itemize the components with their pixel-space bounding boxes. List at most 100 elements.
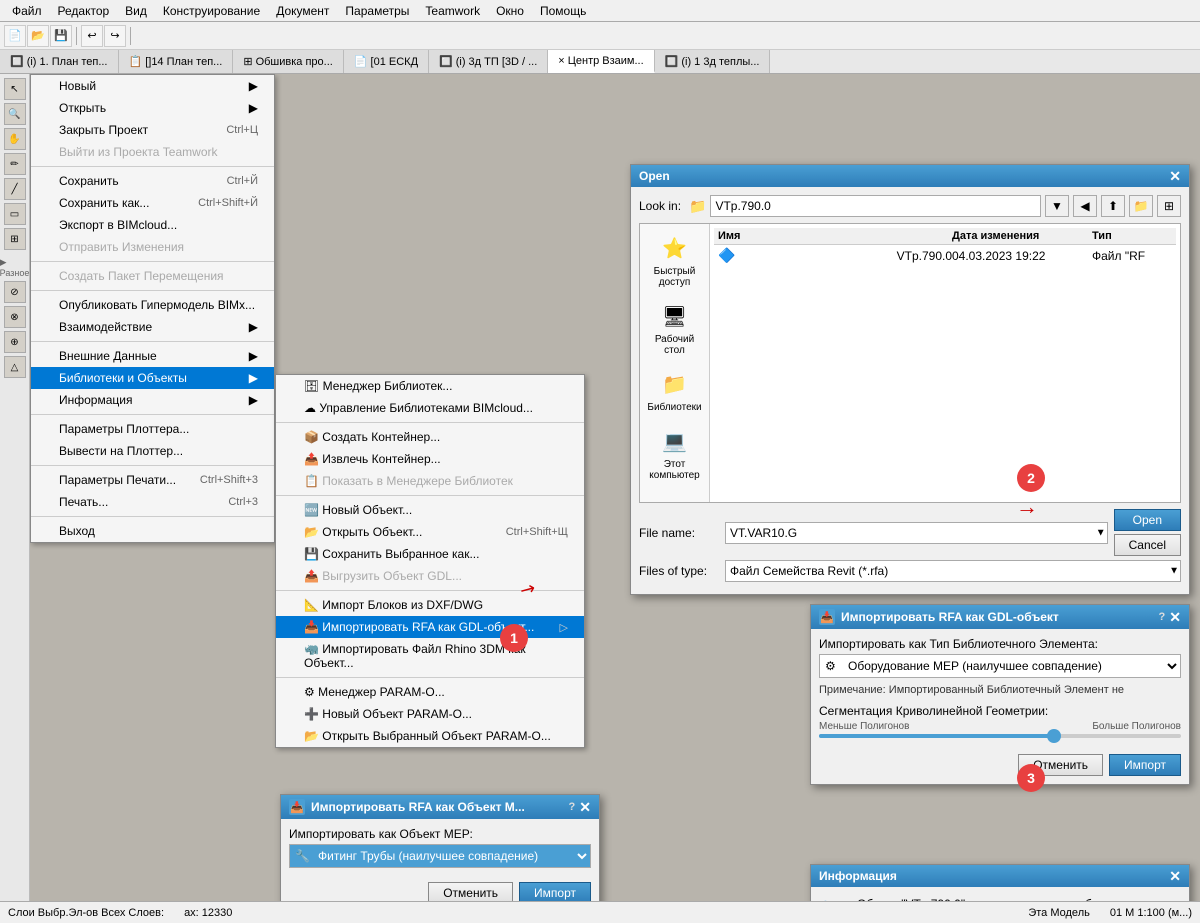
- slider-thumb[interactable]: [1047, 729, 1061, 743]
- slider-track[interactable]: [819, 734, 1181, 738]
- sidebar-btn-tool4[interactable]: △: [4, 356, 26, 378]
- sub-import-rhino[interactable]: 🦏 Импортировать Файл Rhino 3DM как Объек…: [276, 638, 584, 674]
- menu-open[interactable]: Открыть▶: [31, 97, 274, 119]
- col-type: Тип: [1092, 230, 1172, 242]
- menu-view[interactable]: Вид: [117, 2, 155, 20]
- import-gdl-help[interactable]: ?: [1159, 611, 1166, 623]
- sub-extract-container[interactable]: 📤 Извлечь Контейнер...: [276, 448, 584, 470]
- nav-libraries[interactable]: 📁 Библиотеки: [647, 368, 701, 413]
- menu-close-project[interactable]: Закрыть ПроектCtrl+Ц: [31, 119, 274, 141]
- sidebar-btn-move[interactable]: ✋: [4, 128, 26, 150]
- lookin-input[interactable]: [710, 195, 1041, 217]
- menu-export-bimcloud[interactable]: Экспорт в BIMcloud...: [31, 214, 274, 236]
- sidebar-btn-wall[interactable]: ▭: [4, 203, 26, 225]
- sub-param-manager[interactable]: ⚙ Менеджер PARAM-О...: [276, 681, 584, 703]
- menu-file[interactable]: Файл: [4, 2, 50, 20]
- menu-new[interactable]: Новый▶: [31, 75, 274, 97]
- menu-plot[interactable]: Вывести на Плоттер...: [31, 440, 274, 462]
- menu-params[interactable]: Параметры: [337, 2, 417, 20]
- divider-3: [31, 290, 274, 291]
- sidebar-btn-zoom[interactable]: 🔍: [4, 103, 26, 125]
- nav-computer[interactable]: 💻 Этот компьютер: [644, 425, 705, 481]
- info-dialog-close[interactable]: ✕: [1169, 869, 1181, 883]
- menubar: Файл Редактор Вид Конструирование Докуме…: [0, 0, 1200, 22]
- menu-print-params[interactable]: Параметры Печати...Ctrl+Shift+3: [31, 469, 274, 491]
- nav-desktop[interactable]: 🖥 Рабочий стол: [644, 300, 705, 356]
- sub-open-object[interactable]: 📂 Открыть Объект...Ctrl+Shift+Щ: [276, 521, 584, 543]
- sidebar-btn-tool2[interactable]: ⊗: [4, 306, 26, 328]
- import-mep-close[interactable]: ✕: [579, 800, 591, 814]
- open-btn[interactable]: Open: [1114, 509, 1181, 531]
- cancel-open-btn[interactable]: Cancel: [1114, 534, 1181, 556]
- menu-plotter-params[interactable]: Параметры Плоттера...: [31, 418, 274, 440]
- sub-library-manager[interactable]: 🗄 Менеджер Библиотек...: [276, 375, 584, 397]
- nav-new-folder-btn[interactable]: 📁: [1129, 195, 1153, 217]
- less-polygons-label: Меньше Полигонов: [819, 721, 909, 732]
- import-type-select[interactable]: Оборудование МЕР (наилучшее совпадение): [819, 654, 1181, 678]
- sub-import-rfa-gdl[interactable]: 📥 Импортировать RFA как GDL-объект... ▷: [276, 616, 584, 638]
- coord-status: ах: 12330: [184, 907, 232, 919]
- sub-new-object[interactable]: 🆕 Новый Объект...: [276, 499, 584, 521]
- nav-quick-access[interactable]: ⭐ Быстрый доступ: [644, 232, 705, 288]
- import-gdl-close[interactable]: ✕: [1169, 610, 1181, 624]
- menu-publish-hypermodel[interactable]: Опубликовать Гипермодель BIMx...: [31, 294, 274, 316]
- menu-edit[interactable]: Редактор: [50, 2, 118, 20]
- menu-teamwork[interactable]: Teamwork: [417, 2, 488, 20]
- info-body: ℹ Объект "VTp.790.0" успешно создан и до…: [811, 887, 1189, 901]
- menu-print[interactable]: Печать...Ctrl+3: [31, 491, 274, 513]
- sub-create-container[interactable]: 📦 Создать Контейнер...: [276, 426, 584, 448]
- menu-design[interactable]: Конструирование: [155, 2, 268, 20]
- menu-interaction[interactable]: Взаимодействие▶: [31, 316, 274, 338]
- nav-up-btn[interactable]: ⬆: [1101, 195, 1125, 217]
- tool-undo[interactable]: ↩: [81, 25, 103, 47]
- tab-0[interactable]: 🔲(i) 1. План теп...: [0, 50, 119, 73]
- sidebar-btn-tool3[interactable]: ⊕: [4, 331, 26, 353]
- menu-help[interactable]: Помощь: [532, 2, 594, 20]
- tool-redo[interactable]: ↪: [104, 25, 126, 47]
- toolbar-section-2: ↩ ↪: [81, 25, 126, 47]
- file-date-1: 04.03.2023 19:22: [952, 249, 1092, 263]
- menu-document[interactable]: Документ: [268, 2, 337, 20]
- import-mep-cancel-btn[interactable]: Отменить: [428, 882, 513, 901]
- menu-libraries[interactable]: Библиотеки и Объекты▶: [31, 367, 274, 389]
- sub-manage-bimcloud[interactable]: ☁ Управление Библиотеками BIMcloud...: [276, 397, 584, 419]
- tab-2[interactable]: ⊞Обшивка про...: [233, 50, 343, 73]
- tab-1[interactable]: 📋[]14 План теп...: [119, 50, 234, 73]
- import-mep-type-select[interactable]: Фитинг Трубы (наилучшее совпадение): [289, 844, 591, 868]
- view-btn[interactable]: ⊞: [1157, 195, 1181, 217]
- menu-saveas[interactable]: Сохранить как...Ctrl+Shift+Й: [31, 192, 274, 214]
- sidebar-btn-select[interactable]: ↖: [4, 78, 26, 100]
- menu-save[interactable]: СохранитьCtrl+Й: [31, 170, 274, 192]
- import-gdl-import-btn[interactable]: Импорт: [1109, 754, 1181, 776]
- sub-import-dxf[interactable]: 📐 Импорт Блоков из DXF/DWG: [276, 594, 584, 616]
- content-area: Новый▶ Открыть▶ Закрыть ПроектCtrl+Ц Вый…: [30, 74, 1200, 901]
- sidebar-btn-draw[interactable]: ✏: [4, 153, 26, 175]
- tool-open[interactable]: 📂: [27, 25, 49, 47]
- tab-3[interactable]: 📄[01 ЕСКД: [344, 50, 429, 73]
- tab-6[interactable]: 🔲(i) 1 3д теплы...: [655, 50, 771, 73]
- import-mep-help[interactable]: ?: [569, 801, 576, 813]
- sub-open-param-object[interactable]: 📂 Открыть Выбранный Объект PARAM-О...: [276, 725, 584, 747]
- menu-window[interactable]: Окно: [488, 2, 532, 20]
- file-row-1[interactable]: 🔷VTp.790.0 04.03.2023 19:22 Файл "RF: [714, 245, 1176, 266]
- tab-5[interactable]: ×Центр Взаим...: [548, 50, 654, 73]
- open-dialog-close[interactable]: ✕: [1169, 169, 1181, 183]
- menu-external-data[interactable]: Внешние Данные▶: [31, 345, 274, 367]
- menu-exit[interactable]: Выход: [31, 520, 274, 542]
- divider-4: [31, 341, 274, 342]
- sub-save-selected[interactable]: 💾 Сохранить Выбранное как...: [276, 543, 584, 565]
- tool-save[interactable]: 💾: [50, 25, 72, 47]
- import-mep-import-btn[interactable]: Импорт: [519, 882, 591, 901]
- sub-new-param-object[interactable]: ➕ Новый Объект PARAM-О...: [276, 703, 584, 725]
- nav-back-btn[interactable]: ◀: [1073, 195, 1097, 217]
- sidebar-btn-misc[interactable]: ⊞: [4, 228, 26, 250]
- menu-info[interactable]: Информация▶: [31, 389, 274, 411]
- sidebar-btn-tool1[interactable]: ⊘: [4, 281, 26, 303]
- lookin-dropdown-btn[interactable]: ▼: [1045, 195, 1069, 217]
- tab-4[interactable]: 🔲(i) 3д ТП [3D / ...: [429, 50, 548, 73]
- filetype-input[interactable]: [725, 560, 1181, 582]
- filename-input[interactable]: [725, 522, 1108, 544]
- tool-new[interactable]: 📄: [4, 25, 26, 47]
- sidebar-btn-line[interactable]: ╱: [4, 178, 26, 200]
- sub-show-manager: 📋 Показать в Менеджере Библиотек: [276, 470, 584, 492]
